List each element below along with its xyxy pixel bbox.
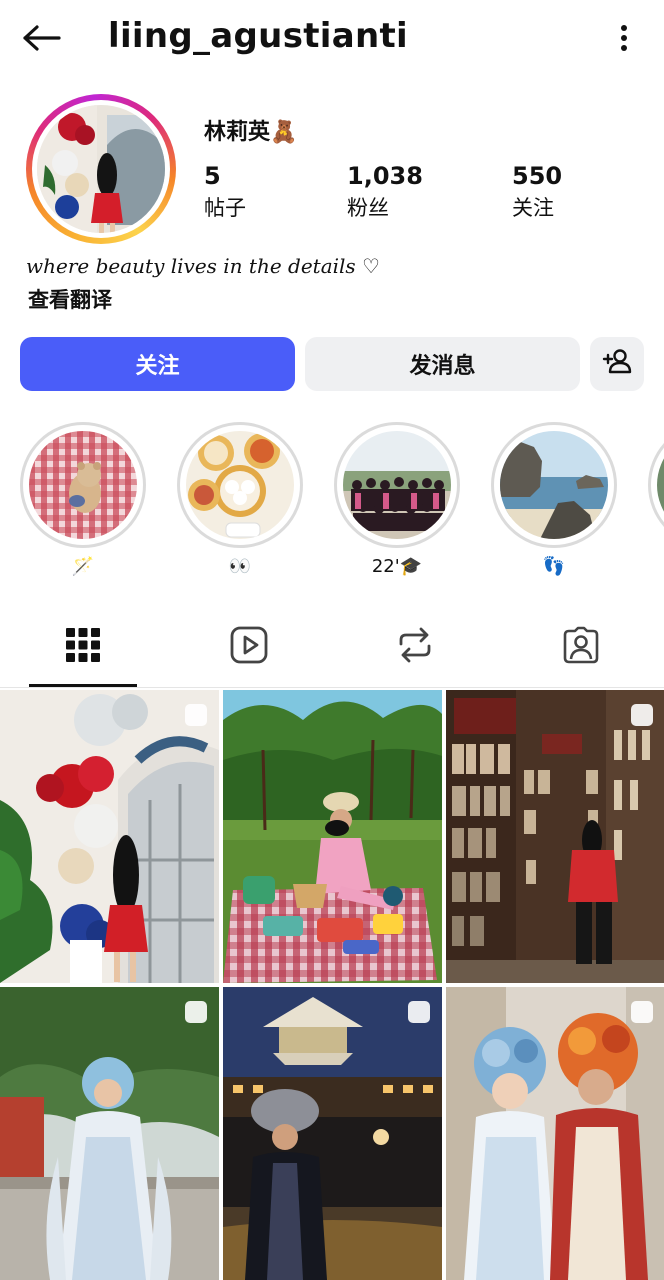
post-grid: [0, 690, 664, 1280]
repost-icon: [397, 626, 433, 668]
add-person-button[interactable]: [590, 337, 644, 391]
profile-bio: where beauty lives in the details ♡: [26, 254, 380, 278]
stat-following-count: 550: [512, 162, 563, 190]
highlight-4-label: 👣: [542, 556, 566, 577]
post-image-hanfu: [0, 987, 219, 1280]
highlight-1-label: 🪄: [71, 556, 95, 577]
avatar: [37, 105, 165, 233]
stat-following-label: 关注: [512, 196, 554, 220]
top-bar: liing_agustianti: [0, 0, 664, 80]
grid-icon: [66, 628, 100, 666]
tab-tagged[interactable]: [526, 612, 636, 682]
arrow-left-icon[interactable]: [18, 18, 64, 58]
post-image-two-girls-headdress: [446, 987, 664, 1280]
highlight-3[interactable]: 22'🎓: [334, 422, 460, 580]
follow-button[interactable]: 关注: [20, 337, 295, 391]
post-tile[interactable]: [223, 987, 442, 1280]
highlight-2-label: 👀: [228, 556, 252, 577]
multi-photo-icon: [183, 999, 209, 1025]
highlight-image-dimsum: [186, 431, 294, 539]
highlight-4[interactable]: 👣: [491, 422, 617, 580]
profile-full-name: 林莉英🧸: [204, 120, 298, 145]
tagged-person-icon: [562, 626, 600, 668]
reels-play-icon: [230, 626, 268, 668]
multi-photo-icon: [183, 702, 209, 728]
highlight-3-label: 22'🎓: [371, 556, 423, 577]
stat-followers[interactable]: 1,038 粉丝: [347, 162, 423, 222]
tab-reels[interactable]: [194, 612, 304, 682]
profile-tabs: [0, 612, 664, 688]
profile-username: liing_agustianti: [108, 16, 408, 56]
post-image-red-dress: [0, 690, 219, 983]
stat-posts-label: 帖子: [204, 196, 246, 220]
post-image-bookstore: [446, 690, 664, 983]
stat-followers-count: 1,038: [347, 162, 423, 190]
highlight-5-partial[interactable]: [648, 422, 664, 548]
post-tile[interactable]: [223, 690, 442, 983]
multi-photo-icon: [629, 999, 655, 1025]
post-tile[interactable]: [0, 987, 219, 1280]
tab-reposts[interactable]: [360, 612, 470, 682]
highlight-image-graduation: [343, 431, 451, 539]
message-button[interactable]: 发消息: [305, 337, 580, 391]
post-tile[interactable]: [446, 987, 664, 1280]
post-image-night-pavilion: [223, 987, 442, 1280]
highlight-image-coast: [500, 431, 608, 539]
post-tile[interactable]: [0, 690, 219, 983]
tabs-divider: [0, 687, 664, 688]
highlight-image-picnic: [29, 431, 137, 539]
post-image-picnic: [223, 690, 442, 983]
translate-link[interactable]: 查看翻译: [28, 284, 112, 314]
add-person-icon: [602, 348, 632, 380]
tab-posts[interactable]: [28, 612, 138, 682]
vertical-dots-icon[interactable]: [604, 18, 644, 58]
highlight-2[interactable]: 👀: [177, 422, 303, 580]
post-tile[interactable]: [446, 690, 664, 983]
multi-photo-icon: [406, 999, 432, 1025]
highlight-1[interactable]: 🪄: [20, 422, 146, 580]
stat-posts[interactable]: 5 帖子: [204, 162, 246, 222]
stat-following[interactable]: 550 关注: [512, 162, 562, 222]
multi-photo-icon: [629, 702, 655, 728]
avatar-story-ring[interactable]: [26, 94, 176, 244]
stat-posts-count: 5: [204, 162, 221, 190]
stat-followers-label: 粉丝: [347, 196, 389, 220]
